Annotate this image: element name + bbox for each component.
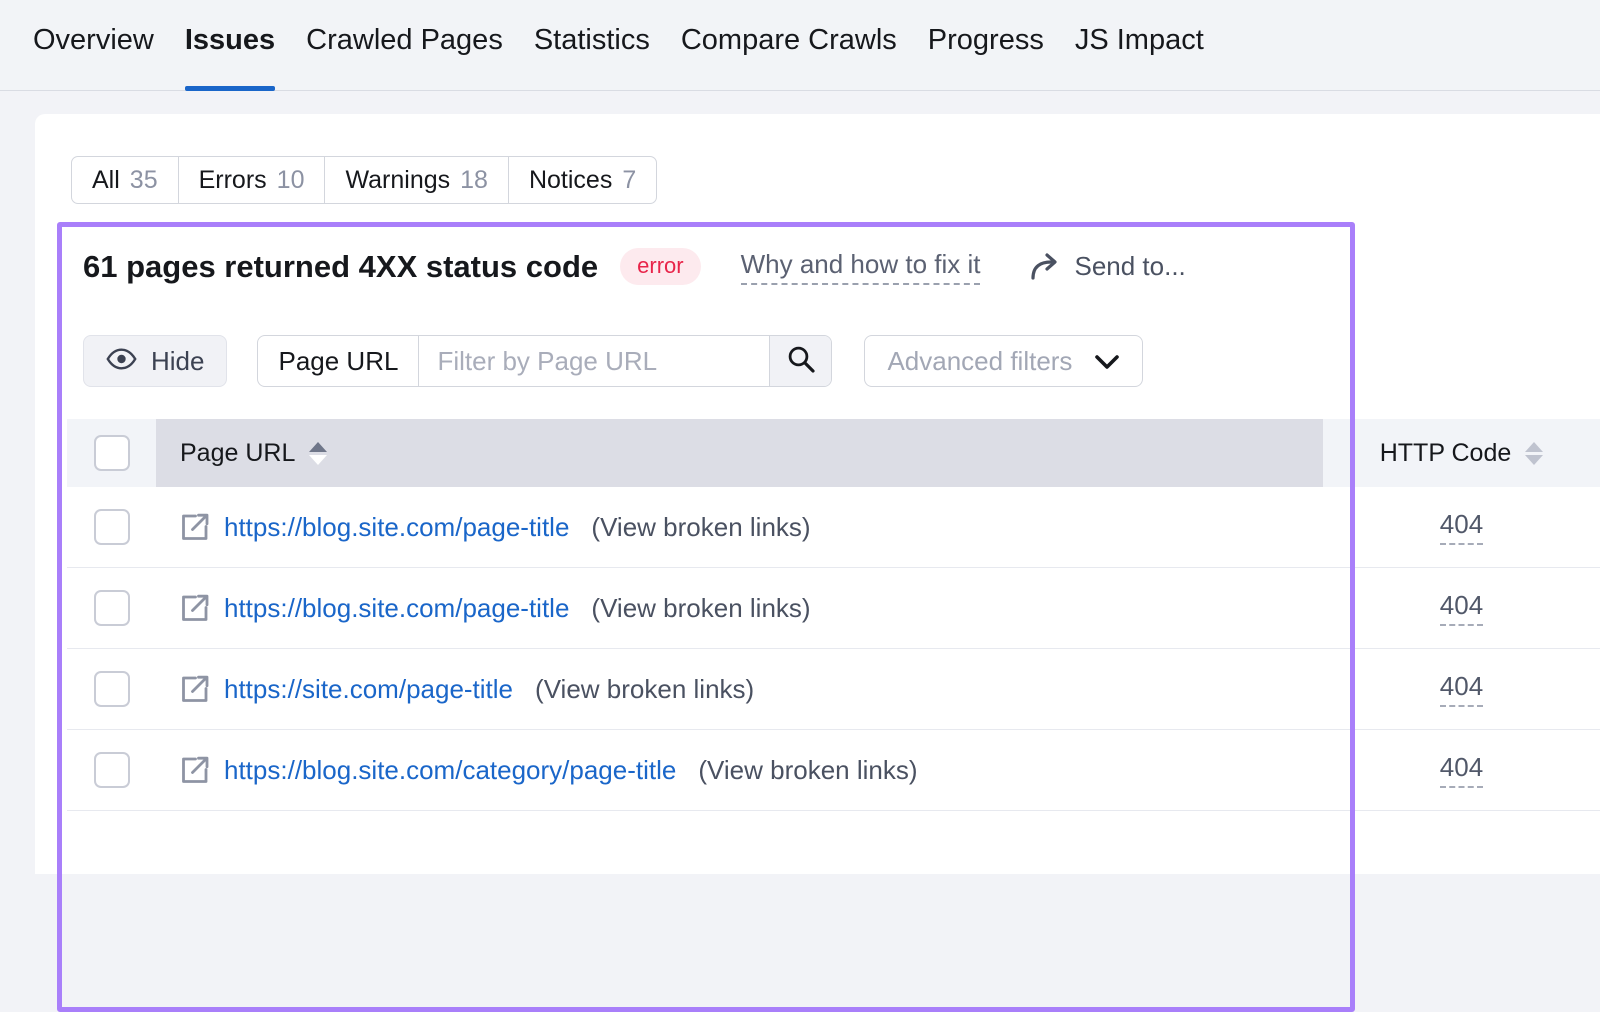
- page-url-link[interactable]: https://blog.site.com/page-title: [224, 512, 569, 543]
- severity-tab-errors[interactable]: Errors 10: [179, 157, 326, 203]
- table-row: https://blog.site.com/page-title (View br…: [67, 568, 1600, 649]
- row-checkbox[interactable]: [94, 590, 130, 626]
- column-header-page-url-label: Page URL: [180, 439, 295, 468]
- http-code-value[interactable]: 404: [1440, 752, 1483, 788]
- external-link-icon[interactable]: [180, 512, 210, 542]
- severity-tab-count: 18: [460, 166, 488, 195]
- row-checkbox[interactable]: [94, 752, 130, 788]
- filter-field-selector[interactable]: Page URL: [258, 336, 419, 386]
- external-link-icon[interactable]: [180, 593, 210, 623]
- severity-tab-label: Warnings: [345, 166, 450, 195]
- issues-table: Page URL HTTP Code https://blog.site.com…: [67, 419, 1600, 811]
- severity-filter-group[interactable]: All 35 Errors 10 Warnings 18 Notices 7: [71, 156, 657, 204]
- row-checkbox[interactable]: [94, 509, 130, 545]
- why-and-how-to-fix-link[interactable]: Why and how to fix it: [741, 249, 981, 285]
- http-code-cell: 404: [1323, 649, 1600, 729]
- nav-tab-overview[interactable]: Overview: [33, 26, 154, 91]
- nav-tab-crawled-pages[interactable]: Crawled Pages: [306, 26, 503, 91]
- column-header-http-code-label: HTTP Code: [1380, 439, 1512, 468]
- page-url-filter: Page URL: [257, 335, 832, 387]
- issues-card: All 35 Errors 10 Warnings 18 Notices 7 61 pages…: [35, 114, 1600, 874]
- table-body: https://blog.site.com/page-title (View br…: [67, 487, 1600, 811]
- http-code-cell: 404: [1323, 487, 1600, 567]
- page-url-cell: https://blog.site.com/page-title (View br…: [156, 568, 1323, 648]
- sort-toggle-http-code[interactable]: [1525, 442, 1543, 465]
- severity-tab-count: 7: [622, 166, 636, 195]
- search-button[interactable]: [769, 336, 831, 386]
- severity-tab-label: Notices: [529, 166, 612, 195]
- issue-header: 61 pages returned 4XX status code error …: [83, 248, 1186, 285]
- select-all-checkbox[interactable]: [94, 435, 130, 471]
- search-icon: [786, 344, 816, 379]
- table-row: https://site.com/page-title (View broken …: [67, 649, 1600, 730]
- sort-ascending-icon: [1525, 442, 1543, 452]
- view-broken-links-link[interactable]: (View broken links): [591, 512, 810, 543]
- severity-tab-count: 35: [130, 166, 158, 195]
- sort-descending-icon: [309, 455, 327, 465]
- hide-label: Hide: [151, 346, 204, 377]
- filter-toolbar: Hide Page URL Advanced filters: [83, 335, 1143, 387]
- sort-toggle-page-url[interactable]: [309, 442, 327, 465]
- http-code-cell: 404: [1323, 568, 1600, 648]
- row-checkbox[interactable]: [94, 671, 130, 707]
- send-to-button[interactable]: Send to...: [1030, 251, 1185, 282]
- nav-tab-js-impact[interactable]: JS Impact: [1075, 26, 1204, 91]
- page-url-cell: https://blog.site.com/page-title (View br…: [156, 487, 1323, 567]
- page-url-link[interactable]: https://blog.site.com/page-title: [224, 593, 569, 624]
- table-row: https://blog.site.com/category/page-titl…: [67, 730, 1600, 811]
- view-broken-links-link[interactable]: (View broken links): [698, 755, 917, 786]
- page-url-cell: https://blog.site.com/category/page-titl…: [156, 730, 1323, 810]
- main-navigation: Overview Issues Crawled Pages Statistics Com…: [0, 0, 1600, 91]
- table-row: https://blog.site.com/page-title (View br…: [67, 487, 1600, 568]
- nav-tab-progress[interactable]: Progress: [928, 26, 1044, 91]
- http-code-value[interactable]: 404: [1440, 509, 1483, 545]
- http-code-value[interactable]: 404: [1440, 671, 1483, 707]
- nav-tab-issues[interactable]: Issues: [185, 26, 275, 91]
- eye-icon: [106, 346, 137, 377]
- advanced-filters-dropdown[interactable]: Advanced filters: [864, 335, 1143, 387]
- external-link-icon[interactable]: [180, 674, 210, 704]
- nav-tab-statistics[interactable]: Statistics: [534, 26, 650, 91]
- table-header-row: Page URL HTTP Code: [67, 419, 1600, 487]
- page-url-link[interactable]: https://site.com/page-title: [224, 674, 513, 705]
- view-broken-links-link[interactable]: (View broken links): [591, 593, 810, 624]
- nav-tab-list: Overview Issues Crawled Pages Statistics Com…: [33, 0, 1204, 91]
- severity-tab-label: All: [92, 166, 120, 195]
- page-url-cell: https://site.com/page-title (View broken …: [156, 649, 1323, 729]
- row-select-cell: [67, 568, 156, 648]
- column-header-http-code[interactable]: HTTP Code: [1323, 419, 1600, 487]
- hide-button[interactable]: Hide: [83, 335, 227, 387]
- http-code-cell: 404: [1323, 730, 1600, 810]
- sort-ascending-icon: [309, 442, 327, 452]
- severity-tab-notices[interactable]: Notices 7: [509, 157, 656, 203]
- column-header-page-url[interactable]: Page URL: [156, 419, 1323, 487]
- row-select-cell: [67, 487, 156, 567]
- view-broken-links-link[interactable]: (View broken links): [535, 674, 754, 705]
- row-select-cell: [67, 730, 156, 810]
- share-arrow-icon: [1030, 253, 1061, 281]
- page-url-link[interactable]: https://blog.site.com/category/page-titl…: [224, 755, 676, 786]
- status-badge: error: [620, 248, 700, 285]
- severity-tab-all[interactable]: All 35: [72, 157, 179, 203]
- chevron-down-icon: [1094, 346, 1120, 377]
- advanced-filters-label: Advanced filters: [887, 346, 1072, 377]
- severity-tab-count: 10: [277, 166, 305, 195]
- external-link-icon[interactable]: [180, 755, 210, 785]
- issue-title: 61 pages returned 4XX status code: [83, 249, 598, 285]
- http-code-value[interactable]: 404: [1440, 590, 1483, 626]
- filter-input[interactable]: [419, 336, 769, 386]
- send-to-label: Send to...: [1074, 251, 1185, 282]
- select-all-cell: [67, 419, 156, 487]
- nav-tab-compare-crawls[interactable]: Compare Crawls: [681, 26, 897, 91]
- sort-descending-icon: [1525, 455, 1543, 465]
- row-select-cell: [67, 649, 156, 729]
- severity-tab-label: Errors: [199, 166, 267, 195]
- severity-tab-warnings[interactable]: Warnings 18: [325, 157, 508, 203]
